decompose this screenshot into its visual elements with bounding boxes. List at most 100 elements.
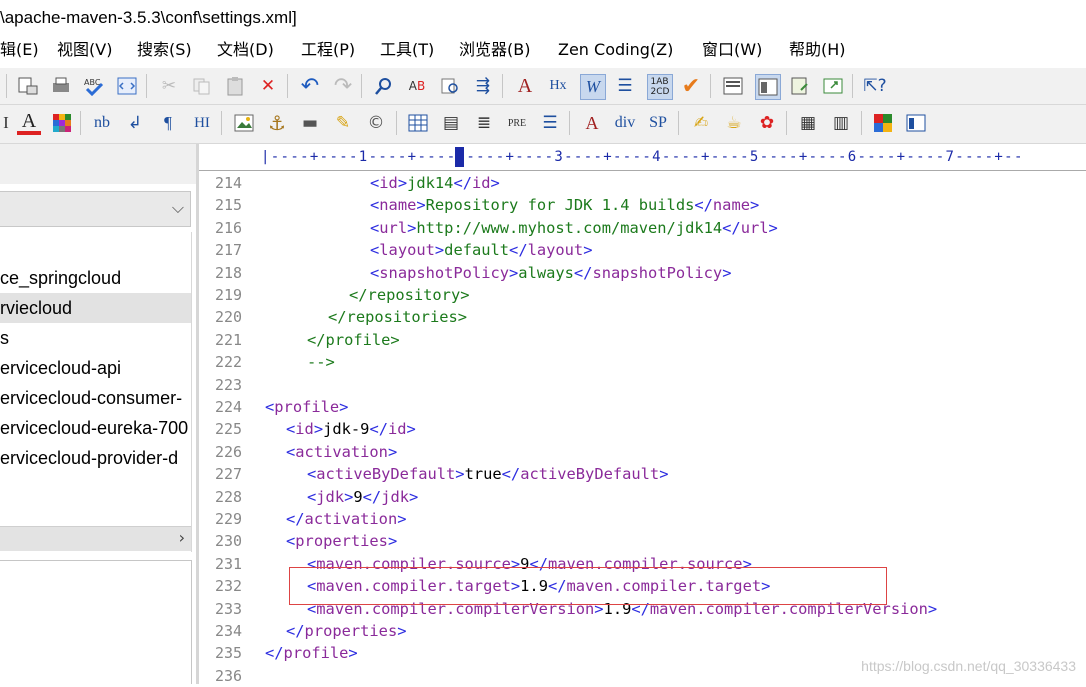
line-number: 216 (215, 218, 243, 237)
line-number: 235 (215, 644, 243, 663)
menu-edit[interactable]: 辑(E) (0, 36, 39, 64)
edit-tag-icon[interactable]: ✍ (689, 111, 713, 135)
span-icon[interactable]: SP (646, 111, 670, 135)
align-icon[interactable]: ≣ (472, 111, 496, 135)
window-layout-icon[interactable] (904, 111, 928, 135)
code-line: </repositories> (328, 308, 468, 327)
rule-icon[interactable]: ▬ (298, 111, 322, 135)
output-window-icon[interactable] (721, 74, 745, 98)
project-window-icon[interactable] (755, 74, 781, 100)
redo-icon[interactable]: ↷ (331, 74, 355, 99)
nbsp-icon[interactable]: nb (90, 111, 114, 135)
indent-icon[interactable]: ☰ (613, 74, 637, 98)
line-number: 231 (215, 554, 243, 573)
hx-icon[interactable]: Hx (546, 74, 570, 98)
menu-browser[interactable]: 浏览器(B) (459, 36, 530, 64)
form-icon[interactable]: ▤ (439, 111, 463, 135)
document-icon[interactable] (788, 74, 812, 98)
menu-search[interactable]: 搜索(S) (137, 36, 192, 64)
paragraph-icon[interactable]: ¶ (156, 111, 180, 135)
image-icon[interactable] (232, 111, 256, 135)
horizontal-scrollbar[interactable]: › (0, 526, 191, 551)
copyright-icon[interactable]: © (364, 111, 388, 135)
style-icon[interactable]: ☕ (722, 111, 746, 135)
line-break-icon[interactable]: ↲ (123, 111, 147, 135)
pre-icon[interactable]: PRE (505, 111, 529, 135)
find-in-files-icon[interactable] (438, 74, 462, 98)
code-line: <activeByDefault>true</activeByDefault> (307, 465, 669, 484)
toolbar-separator (710, 74, 711, 98)
toolbar-separator (786, 111, 787, 135)
horizontal-rule-icon[interactable]: HI (190, 111, 214, 135)
menu-help[interactable]: 帮助(H) (789, 36, 846, 64)
menu-document[interactable]: 文档(D) (217, 36, 274, 64)
toolbar-separator (852, 74, 853, 98)
code-line: </profile> (265, 644, 358, 663)
code-editor[interactable]: 214 <id>jdk14</id> 215 <name>Repository for… (199, 171, 1086, 685)
goto-line-icon[interactable]: ⇶ (471, 74, 495, 98)
code-line: <jdk>9</jdk> (307, 487, 419, 506)
line-number: 219 (215, 286, 243, 304)
copy-icon[interactable] (190, 74, 214, 98)
validate-icon[interactable]: ✔ (679, 74, 703, 99)
font-icon[interactable]: A (513, 74, 537, 98)
find-icon[interactable] (372, 74, 396, 98)
word-wrap-icon[interactable]: W (580, 74, 606, 100)
code-line: </profile> (307, 330, 400, 349)
help-pointer-icon[interactable]: ⇱? (863, 74, 887, 98)
preview-icon[interactable] (821, 74, 845, 98)
font-color-icon[interactable]: A (17, 110, 41, 135)
replace-icon[interactable]: AB (405, 74, 429, 98)
tree-item[interactable]: ervicecloud-provider-d (0, 443, 191, 473)
menu-tools[interactable]: 工具(T) (380, 36, 434, 64)
print-icon[interactable] (49, 74, 73, 98)
template-icon[interactable]: ▥ (829, 111, 853, 135)
anchor-icon[interactable]: ⚓ (265, 111, 289, 135)
paste-icon[interactable] (223, 74, 247, 98)
color-grid-icon[interactable] (50, 111, 74, 135)
toolbar-separator (221, 111, 222, 135)
menu-project[interactable]: 工程(P) (301, 36, 355, 64)
tree-item-selected[interactable]: rviecloud (0, 293, 191, 323)
tree-item[interactable]: ce_springcloud (0, 263, 191, 293)
italic-icon[interactable]: I (0, 111, 18, 135)
div-icon[interactable]: div (613, 111, 637, 135)
delete-icon[interactable]: ✕ (256, 74, 280, 98)
script-icon[interactable]: ✿ (755, 111, 779, 135)
line-number: 215 (215, 196, 243, 215)
project-dropdown[interactable]: ⌵ (0, 191, 191, 227)
list-icon[interactable]: ☰ (538, 111, 562, 135)
frame-icon[interactable]: ▦ (796, 111, 820, 135)
code-line: </activation> (286, 510, 407, 528)
line-number: 221 (215, 330, 243, 349)
line-number: 227 (215, 465, 243, 484)
cut-icon[interactable]: ✂ (157, 74, 181, 98)
line-numbers-icon[interactable]: 1AB 2CD (647, 74, 673, 100)
tree-item[interactable]: ervicecloud-api (0, 353, 191, 383)
table-icon[interactable] (406, 111, 430, 135)
spellcheck-icon[interactable]: ABC (82, 74, 106, 98)
html-toggle-icon[interactable] (115, 74, 139, 98)
scroll-right-icon[interactable]: › (179, 528, 185, 547)
code-line: <snapshotPolicy>always</snapshotPolicy> (370, 263, 732, 282)
toolbar-separator (396, 111, 397, 135)
menu-view[interactable]: 视图(V) (57, 36, 112, 64)
highlight-icon[interactable]: ✎ (331, 111, 355, 135)
toolbar-separator (361, 74, 362, 98)
tree-item[interactable]: ervicecloud-consumer- (0, 383, 191, 413)
font-tag-icon[interactable]: A (580, 111, 604, 135)
line-number: 223 (215, 375, 243, 394)
print-preview-icon[interactable] (16, 74, 40, 98)
menu-bar: 辑(E) 视图(V) 搜索(S) 文档(D) 工程(P) 工具(T) 浏览器(B… (0, 36, 1086, 64)
line-number: 225 (215, 420, 243, 439)
menu-window[interactable]: 窗口(W) (702, 36, 762, 64)
windows-icon[interactable] (871, 111, 895, 135)
toolbar-separator (678, 111, 679, 135)
window-title: \apache-maven-3.5.3\conf\settings.xml] (0, 0, 1086, 36)
menu-zen-coding[interactable]: Zen Coding(Z) (558, 36, 673, 64)
undo-icon[interactable]: ↶ (298, 74, 322, 99)
code-line: <layout>default</layout> (370, 241, 593, 260)
tree-item[interactable]: s (0, 323, 191, 353)
tree-item[interactable]: ervicecloud-eureka-700 (0, 413, 191, 443)
chevron-down-icon[interactable]: ⌵ (172, 198, 184, 218)
